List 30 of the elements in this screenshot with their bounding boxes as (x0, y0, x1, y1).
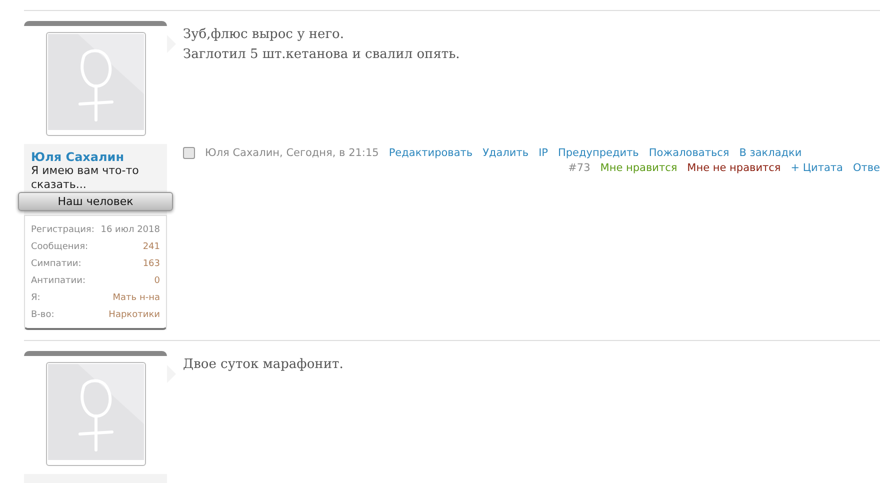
stat-label: Я: (31, 292, 40, 305)
stat-label: Регистрация: (31, 224, 94, 237)
post-action-link[interactable]: Мне нравится (600, 162, 678, 174)
stat-value[interactable]: Наркотики (108, 307, 160, 324)
stat-label: Антипатии: (31, 275, 86, 288)
message-text: Зуб,флюс вырос у него. Заглотил 5 шт.кетанова и свалил опять. (183, 26, 461, 64)
post-action-link[interactable]: В закладки (739, 147, 802, 159)
stat-value: 16 июл 2018 (100, 224, 160, 237)
post-action-link[interactable]: Удалить (482, 147, 529, 159)
post-action-link[interactable]: IP (538, 147, 548, 159)
stat-value[interactable]: 0 (154, 273, 160, 290)
post-action-link[interactable]: Пожаловаться (648, 147, 730, 159)
stat-value[interactable]: 163 (142, 256, 160, 273)
stat-value[interactable]: Мать н-на (112, 290, 160, 307)
post-action-link[interactable]: Предупредить (558, 147, 639, 159)
post-action-link[interactable]: Редактировать (388, 147, 473, 159)
message-text: Двое суток марафонит. (183, 356, 344, 374)
rank-banner: Наш человек (18, 192, 173, 211)
stat-value[interactable]: 241 (142, 239, 160, 256)
post-action-link[interactable]: Отве (852, 162, 880, 174)
post-action-link[interactable]: + Цитата (790, 162, 843, 174)
post-number[interactable]: #73 (568, 162, 590, 174)
post-meta: Юля Сахалин, Сегодня, в 21:15 (205, 147, 379, 159)
stat-label: В-во: (31, 309, 54, 322)
select-checkbox[interactable] (183, 147, 195, 159)
username-link[interactable]: Юля Сахалин (31, 150, 160, 164)
stat-label: Сообщения: (31, 241, 88, 254)
stat-label: Симпатии: (31, 258, 82, 271)
user-title: Я имею вам что-то сказать... (31, 164, 140, 192)
post-action-link[interactable]: Мне не нравится (687, 162, 781, 174)
